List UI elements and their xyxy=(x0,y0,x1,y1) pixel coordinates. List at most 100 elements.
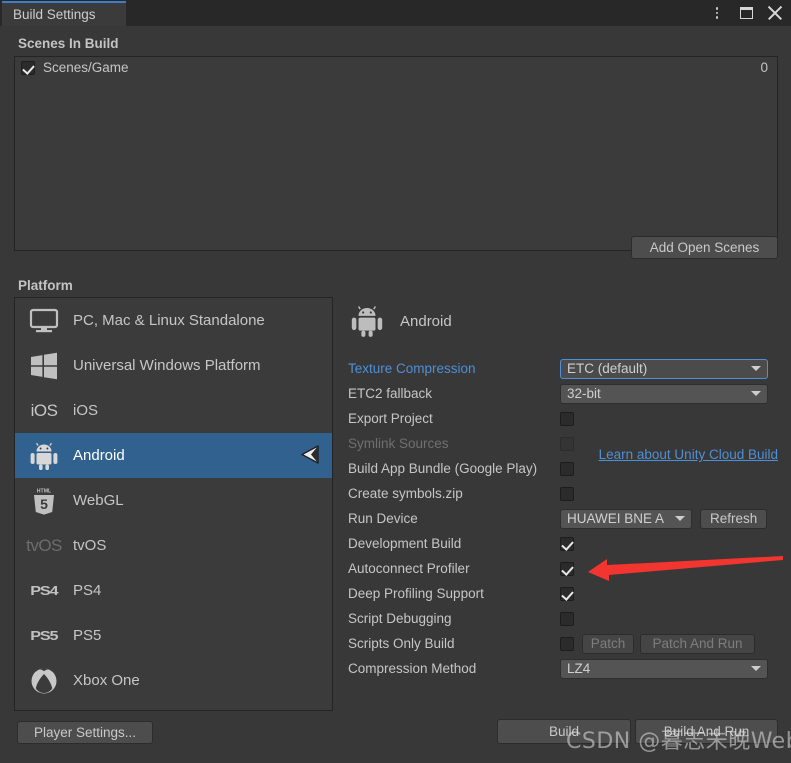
close-icon[interactable] xyxy=(767,5,783,21)
android-icon xyxy=(27,439,61,473)
build-app-bundle-label: Build App Bundle (Google Play) xyxy=(348,461,538,476)
tab-build-settings[interactable]: Build Settings xyxy=(2,1,126,26)
scripts-only-build-checkbox[interactable] xyxy=(560,636,574,651)
platform-item-ps4[interactable]: PS4 PS4 xyxy=(15,568,332,613)
symlink-sources-label: Symlink Sources xyxy=(348,436,449,451)
platform-item-label: WebGL xyxy=(73,492,124,509)
build-app-bundle-checkbox[interactable] xyxy=(560,461,574,476)
xbox-icon xyxy=(27,664,61,698)
etc2-fallback-value: 32-bit xyxy=(567,386,601,401)
platform-item-ps5[interactable]: PS5 PS5 xyxy=(15,613,332,658)
monitor-icon xyxy=(27,304,61,338)
development-build-checkbox[interactable] xyxy=(560,536,574,551)
platform-item-label: PS4 xyxy=(73,582,102,599)
window-controls xyxy=(709,0,783,26)
settings-header-title: Android xyxy=(400,312,452,330)
export-project-checkbox[interactable] xyxy=(560,411,574,426)
row-run-device: Run Device HUAWEI BNE A Refresh xyxy=(348,506,778,531)
deep-profiling-label: Deep Profiling Support xyxy=(348,586,484,601)
row-scripts-only-build: Scripts Only Build Patch Patch And Run xyxy=(348,631,778,656)
create-symbols-zip-label: Create symbols.zip xyxy=(348,486,463,501)
row-autoconnect-profiler: Autoconnect Profiler xyxy=(348,556,778,581)
add-open-scenes-button[interactable]: Add Open Scenes xyxy=(631,236,778,259)
row-etc2-fallback: ETC2 fallback 32-bit xyxy=(348,381,778,406)
unity-logo-icon xyxy=(298,443,320,468)
texture-compression-value: ETC (default) xyxy=(567,361,648,376)
ps4-icon: PS4 xyxy=(30,583,59,598)
row-texture-compression: Texture Compression ETC (default) xyxy=(348,356,778,381)
scripts-only-build-label: Scripts Only Build xyxy=(348,636,455,651)
row-deep-profiling: Deep Profiling Support xyxy=(348,581,778,606)
chevron-down-icon xyxy=(751,666,761,671)
compression-method-value: LZ4 xyxy=(567,661,591,676)
platform-item-android[interactable]: Android xyxy=(15,433,332,478)
script-debugging-checkbox[interactable] xyxy=(560,611,574,626)
scene-index-label: 0 xyxy=(760,60,768,75)
svg-text:HTML: HTML xyxy=(37,488,52,494)
patch-and-run-button[interactable]: Patch And Run xyxy=(640,633,755,654)
row-compression-method: Compression Method LZ4 xyxy=(348,656,778,681)
row-development-build: Development Build xyxy=(348,531,778,556)
tab-label: Build Settings xyxy=(13,7,96,22)
maximize-icon[interactable] xyxy=(738,5,754,21)
row-script-debugging: Script Debugging xyxy=(348,606,778,631)
development-build-label: Development Build xyxy=(348,536,462,551)
platform-item-label: tvOS xyxy=(73,537,107,554)
scenes-in-build-list[interactable]: Scenes/Game 0 xyxy=(14,56,778,251)
html5-icon: HTML 5 xyxy=(27,484,61,518)
scene-list-item[interactable]: Scenes/Game 0 xyxy=(15,57,777,78)
platform-item-uwp[interactable]: Universal Windows Platform xyxy=(15,343,332,388)
platform-item-ios[interactable]: iOS iOS xyxy=(15,388,332,433)
more-options-icon[interactable] xyxy=(709,5,725,21)
platform-item-label: iOS xyxy=(73,402,99,419)
android-icon xyxy=(348,302,386,340)
run-device-dropdown[interactable]: HUAWEI BNE A xyxy=(560,508,692,529)
tvos-icon: tvOS xyxy=(26,535,62,555)
chevron-down-icon xyxy=(751,391,761,396)
refresh-devices-button[interactable]: Refresh xyxy=(700,508,768,529)
platform-item-webgl[interactable]: HTML 5 WebGL xyxy=(15,478,332,523)
platform-list[interactable]: PC, Mac & Linux Standalone Universal Win… xyxy=(14,297,333,711)
platform-item-label: Android xyxy=(73,447,125,464)
unity-cloud-build-link[interactable]: Learn about Unity Cloud Build xyxy=(599,447,778,462)
settings-header: Android xyxy=(348,297,778,345)
watermark-text: CSDN @暮志未晚Webgl xyxy=(566,729,791,754)
texture-compression-dropdown[interactable]: ETC (default) xyxy=(560,358,768,379)
scene-enabled-checkbox[interactable] xyxy=(21,60,35,75)
android-settings-panel: Android Texture Compression ETC (default… xyxy=(348,297,778,681)
deep-profiling-checkbox[interactable] xyxy=(560,586,574,601)
scene-path-label: Scenes/Game xyxy=(43,60,129,75)
etc2-fallback-dropdown[interactable]: 32-bit xyxy=(560,383,768,404)
row-export-project: Export Project xyxy=(348,406,778,431)
texture-compression-label: Texture Compression xyxy=(348,361,476,376)
autoconnect-profiler-checkbox[interactable] xyxy=(560,561,574,576)
ios-icon: iOS xyxy=(30,400,58,420)
symlink-sources-checkbox xyxy=(560,436,574,451)
etc2-fallback-label: ETC2 fallback xyxy=(348,386,433,401)
autoconnect-profiler-label: Autoconnect Profiler xyxy=(348,561,470,576)
run-device-label: Run Device xyxy=(348,511,418,526)
platform-item-tvos[interactable]: tvOS tvOS xyxy=(15,523,332,568)
platform-item-standalone[interactable]: PC, Mac & Linux Standalone xyxy=(15,298,332,343)
chevron-down-icon xyxy=(675,516,685,521)
run-device-value: HUAWEI BNE A xyxy=(567,511,665,526)
create-symbols-zip-checkbox[interactable] xyxy=(560,486,574,501)
script-debugging-label: Script Debugging xyxy=(348,611,452,626)
chevron-down-icon xyxy=(751,366,761,371)
windows-icon xyxy=(27,349,61,383)
compression-method-dropdown[interactable]: LZ4 xyxy=(560,658,768,679)
svg-text:5: 5 xyxy=(40,496,48,512)
scenes-in-build-title: Scenes In Build xyxy=(18,36,119,51)
window-tab-bar: Build Settings xyxy=(0,0,791,26)
player-settings-button[interactable]: Player Settings... xyxy=(17,721,153,744)
platform-title: Platform xyxy=(18,278,73,293)
window-content: Scenes In Build Scenes/Game 0 Add Open S… xyxy=(0,26,791,763)
platform-item-xbox-one[interactable]: Xbox One xyxy=(15,658,332,703)
platform-item-label: Xbox One xyxy=(73,672,140,689)
platform-item-label: PC, Mac & Linux Standalone xyxy=(73,312,265,329)
compression-method-label: Compression Method xyxy=(348,661,477,676)
build-settings-window: Build Settings Scenes In Build Scenes/Ga… xyxy=(0,0,791,763)
ps5-icon: PS5 xyxy=(30,628,59,643)
export-project-label: Export Project xyxy=(348,411,433,426)
patch-button[interactable]: Patch xyxy=(582,633,634,654)
